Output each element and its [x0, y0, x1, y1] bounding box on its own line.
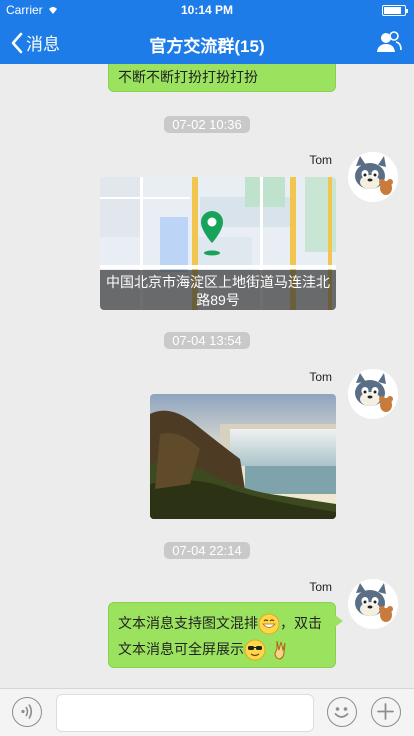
timestamp: 07-04 22:14	[0, 542, 414, 560]
status-bar: Carrier 10:14 PM	[0, 0, 414, 20]
timestamp: 07-04 13:54	[0, 332, 414, 350]
input-bar	[0, 688, 414, 736]
emoji-button[interactable]	[327, 697, 357, 727]
sender-name: Tom	[309, 580, 332, 594]
cool-emoji-icon	[244, 639, 266, 661]
battery-icon	[382, 5, 408, 16]
timestamp-label: 07-04 13:54	[164, 332, 250, 349]
message-bubble-text[interactable]: 都很不方便本地坐不断不断不断不断不断打扮打扮打扮	[108, 64, 336, 92]
sender-name: Tom	[309, 153, 332, 167]
message-line: 文本消息支持图文混排 ，双击	[118, 610, 326, 636]
voice-icon	[21, 704, 33, 719]
message-text: 文本消息可全屏展示	[118, 641, 244, 657]
page-title: 官方交流群(15)	[149, 37, 265, 56]
timestamp-label: 07-02 10:36	[164, 116, 250, 133]
victory-hand-emoji-icon	[274, 641, 286, 660]
cat-mouse-avatar-icon	[348, 152, 398, 202]
message-text: 都很不方便本地坐不断不断不断不断不断打扮打扮打扮	[118, 64, 314, 85]
message-input[interactable]	[56, 694, 314, 732]
smiley-icon	[334, 707, 349, 718]
status-time: 10:14 PM	[180, 3, 234, 17]
message-text: 文本消息支持图文混排	[118, 615, 258, 631]
avatar[interactable]	[348, 152, 398, 202]
location-message[interactable]: 中国北京市海淀区上地街道马连洼北路89号	[100, 177, 336, 310]
location-address: 中国北京市海淀区上地街道马连洼北路89号	[100, 270, 336, 310]
cat-mouse-avatar-icon	[348, 369, 398, 419]
battery-fill	[384, 7, 401, 14]
more-button[interactable]	[371, 697, 401, 727]
plus-icon	[377, 703, 394, 720]
group-members-icon[interactable]	[376, 30, 402, 54]
message-bubble-text[interactable]: 文本消息支持图文混排 ，双击 文本消息可全屏展示	[108, 602, 343, 668]
waterfall-photo	[150, 394, 336, 519]
nav-bar: 消息 官方交流群(15)	[0, 20, 414, 64]
cat-mouse-avatar-icon	[348, 579, 398, 629]
message-text: ，双击	[280, 615, 322, 631]
timestamp-label: 07-04 22:14	[164, 542, 250, 559]
avatar[interactable]	[348, 579, 398, 629]
message-line: 文本消息可全屏展示	[118, 636, 326, 662]
avatar[interactable]	[348, 369, 398, 419]
timestamp: 07-02 10:36	[0, 116, 414, 134]
voice-button[interactable]	[12, 697, 42, 727]
grin-emoji-icon	[258, 613, 280, 635]
chat-list[interactable]: 都很不方便本地坐不断不断不断不断不断打扮打扮打扮 07-02 10:36 Tom	[0, 64, 414, 688]
image-message[interactable]	[150, 394, 336, 519]
sender-name: Tom	[309, 370, 332, 384]
